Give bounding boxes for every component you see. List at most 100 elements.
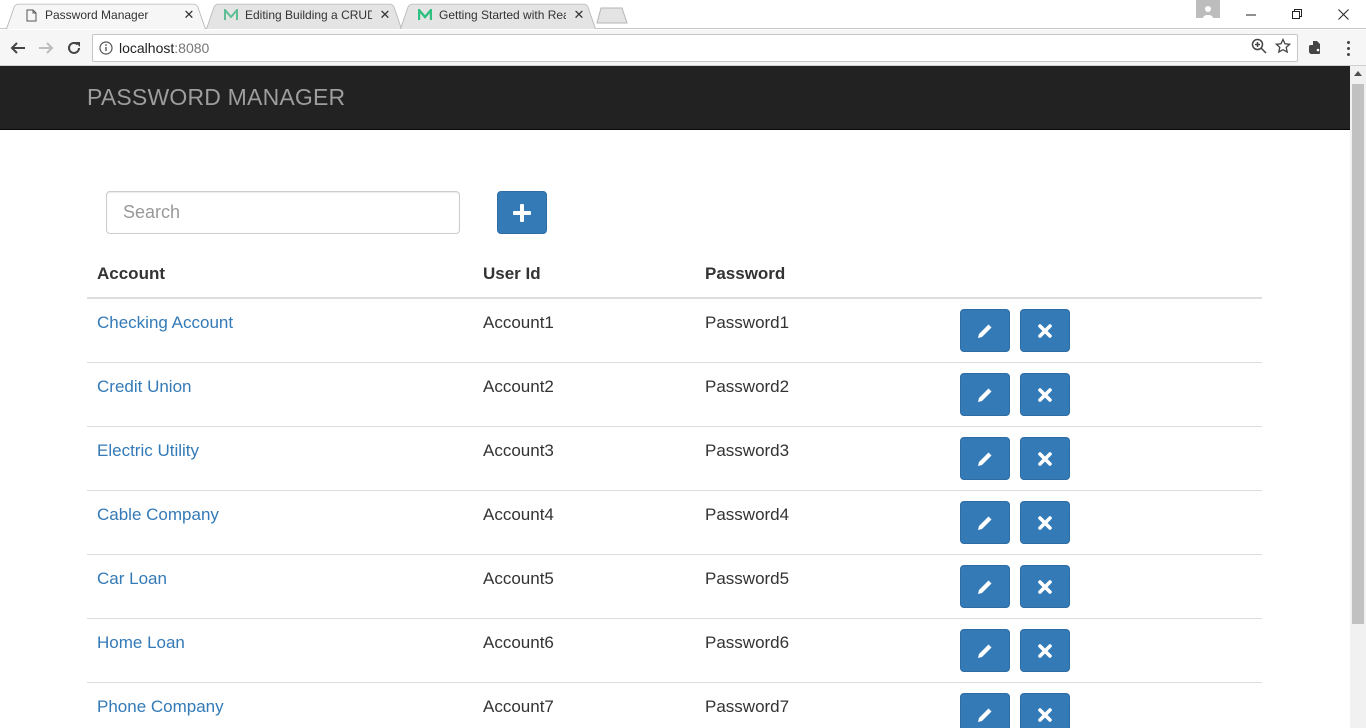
account-link[interactable]: Home Loan xyxy=(97,633,185,653)
close-icon xyxy=(1038,451,1052,466)
table-row: Electric Utility Account3 Password3 xyxy=(87,427,1262,491)
table-header: Account User Id Password xyxy=(87,256,1262,299)
app-brand[interactable]: PASSWORD MANAGER xyxy=(87,84,345,111)
new-tab-button[interactable] xyxy=(596,7,628,24)
close-icon xyxy=(1038,515,1052,530)
table-row: Phone Company Account7 Password7 xyxy=(87,683,1262,728)
address-bar[interactable]: localhost:8080 xyxy=(92,34,1298,62)
user-id-cell: Account2 xyxy=(483,377,554,396)
edit-button[interactable] xyxy=(960,437,1010,480)
password-cell: Password4 xyxy=(705,505,790,524)
table-row: Car Loan Account5 Password5 xyxy=(87,555,1262,619)
add-account-button[interactable] xyxy=(497,191,547,234)
delete-button[interactable] xyxy=(1020,565,1070,608)
delete-button[interactable] xyxy=(1020,437,1070,480)
close-icon xyxy=(1038,643,1052,658)
vertical-scrollbar[interactable] xyxy=(1350,66,1366,728)
delete-button[interactable] xyxy=(1020,373,1070,416)
plus-icon xyxy=(513,203,531,222)
edit-button[interactable] xyxy=(960,565,1010,608)
url-host: localhost xyxy=(119,40,175,56)
password-cell: Password1 xyxy=(705,313,790,332)
page-viewport: PASSWORD MANAGER Account User Id Passwor… xyxy=(0,66,1366,728)
delete-button[interactable] xyxy=(1020,501,1070,544)
url-text: localhost:8080 xyxy=(119,40,1251,56)
close-icon[interactable]: ✕ xyxy=(182,7,196,22)
reload-icon[interactable] xyxy=(62,36,86,60)
search-input[interactable] xyxy=(106,191,460,234)
info-icon[interactable] xyxy=(93,41,119,55)
close-icon xyxy=(1038,323,1052,338)
account-link[interactable]: Electric Utility xyxy=(97,441,199,461)
account-link[interactable]: Cable Company xyxy=(97,505,219,525)
delete-button[interactable] xyxy=(1020,693,1070,728)
password-cell: Password3 xyxy=(705,441,790,460)
tab-password-manager[interactable]: Password Manager ✕ xyxy=(6,1,206,29)
delete-button[interactable] xyxy=(1020,309,1070,352)
browser-menu-icon[interactable] xyxy=(1338,38,1358,58)
pencil-icon xyxy=(978,644,992,658)
edit-button[interactable] xyxy=(960,693,1010,728)
zoom-icon[interactable] xyxy=(1251,38,1267,59)
table-row: Cable Company Account4 Password4 xyxy=(87,491,1262,555)
tab-getting-started[interactable]: Getting Started with Rea ✕ xyxy=(400,1,596,29)
table-row: Checking Account Account1 Password1 xyxy=(87,299,1262,363)
close-icon[interactable]: ✕ xyxy=(572,7,586,22)
column-header-user-id: User Id xyxy=(483,264,541,283)
password-cell: Password7 xyxy=(705,697,790,716)
edit-button[interactable] xyxy=(960,373,1010,416)
minimize-icon[interactable] xyxy=(1228,0,1274,29)
edit-button[interactable] xyxy=(960,309,1010,352)
pencil-icon xyxy=(978,580,992,594)
browser-tab-strip: Password Manager ✕ Editing Building a CR… xyxy=(0,0,1366,29)
tab-title: Editing Building a CRUD xyxy=(245,8,372,22)
close-window-icon[interactable] xyxy=(1320,0,1366,29)
close-icon xyxy=(1038,387,1052,402)
password-cell: Password6 xyxy=(705,633,790,652)
medium-icon xyxy=(224,8,238,22)
tab-title: Password Manager xyxy=(45,8,149,22)
account-link[interactable]: Car Loan xyxy=(97,569,167,589)
table-row: Credit Union Account2 Password2 xyxy=(87,363,1262,427)
page-icon xyxy=(24,8,38,22)
account-link[interactable]: Credit Union xyxy=(97,377,192,397)
account-link[interactable]: Checking Account xyxy=(97,313,233,333)
edit-button[interactable] xyxy=(960,501,1010,544)
app-navbar: PASSWORD MANAGER xyxy=(0,66,1350,130)
pencil-icon xyxy=(978,388,992,402)
tab-editing-crud[interactable]: Editing Building a CRUD ✕ xyxy=(206,1,402,29)
column-header-account: Account xyxy=(97,264,165,283)
close-icon[interactable]: ✕ xyxy=(378,7,392,22)
user-id-cell: Account7 xyxy=(483,697,554,716)
back-icon[interactable] xyxy=(6,36,30,60)
user-id-cell: Account4 xyxy=(483,505,554,524)
scrollbar-thumb[interactable] xyxy=(1352,84,1364,624)
bookmark-star-icon[interactable] xyxy=(1274,37,1292,59)
accounts-table: Account User Id Password Checking Accoun… xyxy=(87,256,1262,728)
pencil-icon xyxy=(978,708,992,722)
url-port: :8080 xyxy=(174,40,210,56)
scroll-up-arrow-icon[interactable] xyxy=(1354,71,1362,76)
pencil-icon xyxy=(978,452,992,466)
restore-icon[interactable] xyxy=(1274,0,1320,29)
table-row: Home Loan Account6 Password6 xyxy=(87,619,1262,683)
user-id-cell: Account6 xyxy=(483,633,554,652)
user-id-cell: Account5 xyxy=(483,569,554,588)
close-icon xyxy=(1038,707,1052,722)
edit-button[interactable] xyxy=(960,629,1010,672)
column-header-password: Password xyxy=(705,264,786,283)
evernote-extension-icon[interactable] xyxy=(1306,38,1326,58)
delete-button[interactable] xyxy=(1020,629,1070,672)
pencil-icon xyxy=(978,516,992,530)
forward-icon[interactable] xyxy=(34,36,58,60)
window-controls xyxy=(1228,0,1366,29)
user-id-cell: Account3 xyxy=(483,441,554,460)
tab-title: Getting Started with Rea xyxy=(439,8,566,22)
profile-icon[interactable] xyxy=(1196,0,1220,18)
close-icon xyxy=(1038,579,1052,594)
password-cell: Password5 xyxy=(705,569,790,588)
account-link[interactable]: Phone Company xyxy=(97,697,224,717)
pencil-icon xyxy=(978,324,992,338)
browser-toolbar: localhost:8080 xyxy=(0,30,1366,66)
medium-icon xyxy=(418,8,432,22)
